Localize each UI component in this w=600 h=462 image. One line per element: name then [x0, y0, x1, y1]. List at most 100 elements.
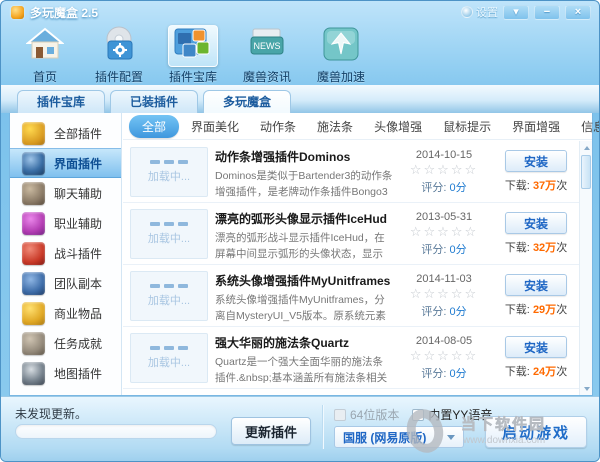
- arrow-up-icon: [584, 146, 590, 150]
- install-button[interactable]: 安装: [505, 212, 567, 234]
- toolbar-item-plugin-config[interactable]: 插件配置: [87, 25, 151, 85]
- rating-stars[interactable]: ☆☆☆☆☆: [400, 286, 488, 302]
- settings-label: 设置: [476, 4, 498, 20]
- plugin-row[interactable]: 加载中... 系统头像增强插件MyUnitframes 系统头像增强插件MyUn…: [123, 265, 579, 327]
- sidebar-item-chat-assist[interactable]: 聊天辅助: [10, 178, 121, 208]
- sidebar-item-map-plugins[interactable]: 地图插件: [10, 358, 121, 388]
- vertical-scrollbar[interactable]: [579, 141, 592, 395]
- toolbar-label: 首页: [33, 68, 57, 85]
- scroll-down-button[interactable]: [580, 382, 593, 395]
- tab-duowan-box[interactable]: 多玩魔盒: [203, 90, 291, 113]
- plugin-row[interactable]: 加载中... 动作条增强插件Dominos Dominos是类似于Bartend…: [123, 141, 579, 203]
- content-panel: 全部插件 界面插件 聊天辅助 职业辅助 战斗插件 团队副本: [9, 113, 593, 396]
- toolbar-item-wow-speedup[interactable]: 魔兽加速: [309, 25, 373, 85]
- minimize-button[interactable]: −: [534, 5, 560, 20]
- loading-label: 加载中...: [148, 230, 190, 246]
- filter-ui-beautify[interactable]: 界面美化: [182, 115, 248, 138]
- filter-cast-bar[interactable]: 施法条: [308, 115, 362, 138]
- checkbox-64bit[interactable]: 64位版本: [334, 406, 399, 423]
- close-button[interactable]: ×: [565, 5, 591, 20]
- raid-dungeon-icon: [22, 272, 45, 295]
- toolbar-label: 魔兽加速: [317, 68, 365, 85]
- sidebar-item-quest-achievement[interactable]: 任务成就: [10, 328, 121, 358]
- install-button[interactable]: 安装: [505, 150, 567, 172]
- toolbar-item-home[interactable]: 首页: [13, 25, 77, 85]
- sidebar-item-raid-dungeon[interactable]: 团队副本: [10, 268, 121, 298]
- server-select[interactable]: 国服 (网易原版): [334, 426, 464, 448]
- sidebar-item-combat-plugins[interactable]: 战斗插件: [10, 238, 121, 268]
- settings-icon: [461, 6, 473, 18]
- plugin-thumbnail-loading: 加载中...: [130, 271, 208, 321]
- toolbar-item-wow-news[interactable]: NEWS 魔兽资讯: [235, 25, 299, 85]
- update-plugins-button[interactable]: 更新插件: [231, 417, 311, 445]
- sidebar-item-all-plugins[interactable]: 全部插件: [10, 118, 121, 148]
- plugin-title[interactable]: 动作条增强插件Dominos: [215, 148, 393, 165]
- plugin-thumbnail-loading: 加载中...: [130, 333, 208, 383]
- loading-label: 加载中...: [148, 354, 190, 370]
- checkbox-64bit-box[interactable]: [334, 409, 346, 421]
- interface-plugins-icon: [22, 152, 45, 175]
- title-bar[interactable]: 多玩魔盒 2.5 设置 ▾ − ×: [1, 1, 599, 23]
- main-toolbar: 首页 插件配置: [13, 25, 373, 85]
- category-sidebar: 全部插件 界面插件 聊天辅助 职业辅助 战斗插件 团队副本: [10, 113, 122, 395]
- plugin-title[interactable]: 系统头像增强插件MyUnitframes: [215, 272, 393, 289]
- sidebar-item-trade-goods[interactable]: 商业物品: [10, 298, 121, 328]
- scroll-up-button[interactable]: [580, 141, 593, 154]
- update-status-text: 未发现更新。: [15, 405, 87, 422]
- chevron-down-icon: ▾: [513, 7, 519, 18]
- download-count: 下载: 29万次: [505, 301, 567, 317]
- sidebar-item-label: 职业辅助: [54, 215, 102, 232]
- filter-unitframe[interactable]: 头像增强: [365, 115, 431, 138]
- plugin-row[interactable]: 加载中... 漂亮的弧形头像显示插件IceHud 漂亮的弧形战斗显示插件IceH…: [123, 203, 579, 265]
- toolbar-label: 魔兽资讯: [243, 68, 291, 85]
- sidebar-item-label: 商业物品: [54, 305, 102, 322]
- plugin-title[interactable]: 漂亮的弧形头像显示插件IceHud: [215, 210, 393, 227]
- download-count: 下载: 24万次: [505, 363, 567, 379]
- tab-installed-plugins[interactable]: 已装插件: [110, 90, 198, 113]
- install-button[interactable]: 安装: [505, 274, 567, 296]
- filter-tooltip[interactable]: 鼠标提示: [434, 115, 500, 138]
- home-icon: [26, 27, 64, 66]
- footer-divider: [322, 405, 323, 449]
- loading-dashes-icon: [150, 284, 188, 288]
- toolbar-label: 插件配置: [95, 68, 143, 85]
- install-button[interactable]: 安装: [505, 336, 567, 358]
- tab-plugin-repo[interactable]: 插件宝库: [17, 90, 105, 113]
- plugin-row[interactable]: 加载中... 强大华丽的施法条Quartz Quartz是一个强大全面华丽的施法…: [123, 327, 579, 389]
- rating-stars[interactable]: ☆☆☆☆☆: [400, 348, 488, 364]
- launch-game-button[interactable]: 启动游戏: [485, 416, 587, 448]
- sidebar-item-class-assist[interactable]: 职业辅助: [10, 208, 121, 238]
- sidebar-item-interface-plugins[interactable]: 界面插件: [10, 148, 121, 178]
- scrollbar-thumb[interactable]: [581, 155, 591, 189]
- map-plugins-icon: [22, 362, 45, 385]
- rating-stars[interactable]: ☆☆☆☆☆: [400, 162, 488, 178]
- filter-all[interactable]: 全部: [129, 115, 179, 138]
- loading-dashes-icon: [150, 160, 188, 164]
- plugin-list: 加载中... 动作条增强插件Dominos Dominos是类似于Bartend…: [123, 141, 579, 395]
- toolbar-item-plugin-repo[interactable]: 插件宝库: [161, 25, 225, 85]
- filter-action-bar[interactable]: 动作条: [251, 115, 305, 138]
- plugin-repo-icon: [173, 26, 213, 67]
- checkbox-yy-voice[interactable]: 内置YY语音: [412, 406, 492, 423]
- combat-plugins-icon: [22, 242, 45, 265]
- plugin-date: 2013-05-31: [400, 211, 488, 223]
- trade-goods-icon: [22, 302, 45, 325]
- sidebar-item-label: 全部插件: [54, 125, 102, 142]
- filter-ui-enhance[interactable]: 界面增强: [503, 115, 569, 138]
- close-icon: ×: [575, 7, 581, 18]
- all-plugins-icon: [22, 122, 45, 145]
- rating-stars[interactable]: ☆☆☆☆☆: [400, 224, 488, 240]
- collapse-button[interactable]: ▾: [503, 5, 529, 20]
- update-progress-bar: [15, 424, 217, 439]
- plugin-thumbnail-loading: 加载中...: [130, 209, 208, 259]
- plugin-date: 2014-10-15: [400, 149, 488, 161]
- filter-info-bar[interactable]: 信息条: [572, 115, 600, 138]
- window-title: 多玩魔盒 2.5: [30, 4, 98, 21]
- rating-score: 评分: 0分: [400, 365, 488, 381]
- checkbox-yy-voice-box[interactable]: [412, 409, 424, 421]
- plugin-description: 系统头像增强插件MyUnitframes，分离自MysteryUI_V5版本。原…: [215, 293, 393, 325]
- speedup-shield-icon: [321, 26, 361, 67]
- settings-button[interactable]: 设置: [461, 4, 498, 20]
- launch-options: 64位版本 内置YY语音: [334, 406, 492, 423]
- plugin-title[interactable]: 强大华丽的施法条Quartz: [215, 334, 393, 351]
